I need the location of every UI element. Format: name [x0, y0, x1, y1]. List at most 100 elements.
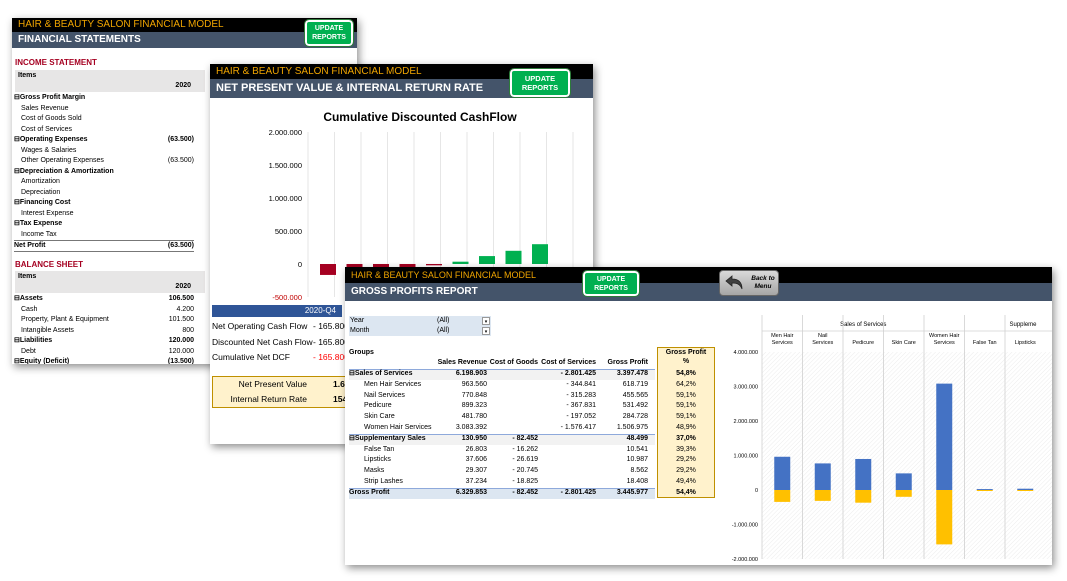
balance-row-value: (13.500) [167, 358, 194, 364]
fs-year-label: 2020 [175, 82, 191, 89]
balance-row-value: 4.200 [176, 305, 194, 313]
balance-row: Property, Plant & Equipment 101.500 [21, 315, 194, 325]
pivot-cell: 3.397.478 [616, 370, 648, 377]
gp-chart-y-tick: 2.000.000 [734, 419, 758, 425]
gp-chart-bar [936, 383, 953, 490]
bs-items-header: Items 2020 [15, 271, 205, 293]
back-label-1: Back to [751, 275, 775, 282]
npv-update-reports-button[interactable]: UPDATE REPORTS [509, 68, 571, 98]
gp-pct-cell: 54,4% [676, 488, 696, 496]
filter-bg [349, 316, 491, 326]
income-row: ⊟Gross Profit Margin [14, 93, 194, 103]
gp-chart-y-tick: 4.000.000 [734, 350, 758, 356]
balance-row-label: Cash [21, 305, 38, 313]
groups-header: Groups [349, 349, 374, 356]
income-row: ⊟Tax Expense [14, 219, 194, 229]
filter-value[interactable]: (All) [437, 316, 449, 326]
pivot-cell [536, 445, 596, 455]
gp-chart-plot-area [762, 352, 1052, 559]
npv-row-value: - 165.800 [313, 352, 349, 362]
gp-chart-bar [855, 458, 872, 490]
income-row: Interest Expense [21, 209, 194, 219]
pivot-cell [478, 369, 538, 379]
income-row: Other Operating Expenses (63.500) [21, 156, 194, 166]
pivot-cell: - 2.801.425 [560, 370, 596, 377]
income-row-label: ⊟Gross Profit Margin [14, 94, 86, 101]
income-row: Income Tax [21, 230, 194, 240]
gp-chart-group-label: Sales of Services [840, 322, 886, 328]
dropdown-arrow-icon[interactable]: ▾ [482, 327, 490, 335]
pivot-cell: 10.987 [626, 456, 648, 464]
pivot-cell: 455.565 [622, 391, 648, 399]
gp-chart-bar [976, 489, 993, 491]
gp-chart-bar [1017, 490, 1034, 491]
pivot-cell [478, 380, 538, 390]
pivot-cell: 3.445.977 [616, 488, 648, 496]
income-row-label: ⊟Depreciation & Amortization [14, 167, 114, 175]
gp-chart-category-label: Skin Care [892, 340, 916, 346]
gp-update-reports-button[interactable]: UPDATE REPORTS [582, 270, 640, 297]
gp-pct-cell: 49,4% [676, 478, 696, 485]
npv-period-header: 2020-Q4 [212, 305, 342, 317]
income-row-value: (63.500) [167, 157, 194, 164]
fs-update-reports-button[interactable]: UPDATE REPORTS [304, 19, 354, 47]
pivot-cell: - 1.576.417 [560, 424, 596, 431]
gp-chart-category-label: Services [812, 340, 833, 346]
pivot-cell: 10.541 [626, 445, 648, 453]
balance-row-value: 120.000 [168, 347, 194, 355]
income-row-label: Cost of Goods Sold [21, 115, 82, 122]
cdcf-y-tick: 1.500.000 [269, 161, 302, 170]
cdcf-bar [426, 264, 442, 266]
pivot-cell: 18.408 [626, 478, 648, 485]
filter-label: Month [350, 327, 370, 334]
balance-row-value: 120.000 [168, 337, 194, 344]
pivot-row-label: Lipsticks [364, 456, 391, 464]
gp-update-label-1: UPDATE [596, 275, 626, 283]
pivot-row-label: Men Hair Services [364, 380, 422, 388]
pivot-row-label: Nail Services [364, 391, 405, 399]
pivot-cell [478, 412, 538, 422]
cdcf-bar [452, 261, 469, 264]
cdcf-bar [532, 244, 548, 264]
pivot-cell: - 315.283 [566, 391, 596, 399]
column-header: Cost of Goods [489, 359, 538, 366]
gp-chart-y-tick: 1.000.000 [734, 454, 758, 460]
pivot-row-label: Gross Profit [349, 488, 390, 496]
bs-items-label: Items [18, 273, 37, 280]
gp-pct-header-unit: % [682, 358, 690, 365]
pivot-cell: - 82.452 [512, 488, 538, 496]
gp-pct-cell: 64,2% [676, 380, 696, 388]
gp-chart-category-label: Pedicure [852, 340, 874, 346]
gp-chart-category-label: Nail [818, 333, 827, 339]
pivot-row-label: Skin Care [364, 413, 395, 421]
cdcf-y-tick: -500.000 [272, 293, 302, 302]
dropdown-arrow-icon[interactable]: ▾ [482, 317, 490, 325]
pivot-row-label: Masks [364, 467, 385, 475]
gp-chart-y-tick: 3.000.000 [734, 385, 758, 391]
pivot-cell: - 344.841 [566, 380, 596, 388]
bs-year-label: 2020 [175, 283, 191, 290]
gp-pct-cell: 48,9% [676, 424, 696, 431]
gp-pct-cell: 59,1% [676, 391, 696, 399]
income-row-label: Amortization [21, 178, 60, 185]
balance-row: Debt 120.000 [21, 347, 194, 357]
income-row-label: Other Operating Expenses [21, 157, 104, 164]
pivot-row-label: ⊟Supplementary Sales [349, 434, 426, 442]
gp-chart-y-tick: -1.000.000 [732, 523, 758, 529]
npv-row-value: - 165.800 [313, 336, 349, 347]
gp-pct-cell: 59,1% [676, 402, 696, 410]
back-arrow-icon [725, 275, 743, 290]
column-header: Cost of Services [541, 359, 596, 366]
gp-pct-cell: 59,1% [676, 413, 696, 421]
pivot-cell: 618.719 [622, 380, 648, 388]
balance-row-value: 101.500 [168, 316, 194, 323]
pivot-cell: - 2.801.425 [560, 488, 596, 496]
pivot-cell: - 26.619 [512, 456, 538, 464]
fs-items-label: Items [18, 72, 37, 79]
pivot-cell: 8.562 [630, 467, 648, 475]
gp-update-label-2: REPORTS [594, 284, 628, 292]
filter-bg [349, 326, 491, 336]
filter-value[interactable]: (All) [437, 326, 449, 336]
back-to-menu-button[interactable]: Back to Menu [719, 270, 779, 296]
balance-row: Intangible Assets 800 [21, 326, 194, 336]
